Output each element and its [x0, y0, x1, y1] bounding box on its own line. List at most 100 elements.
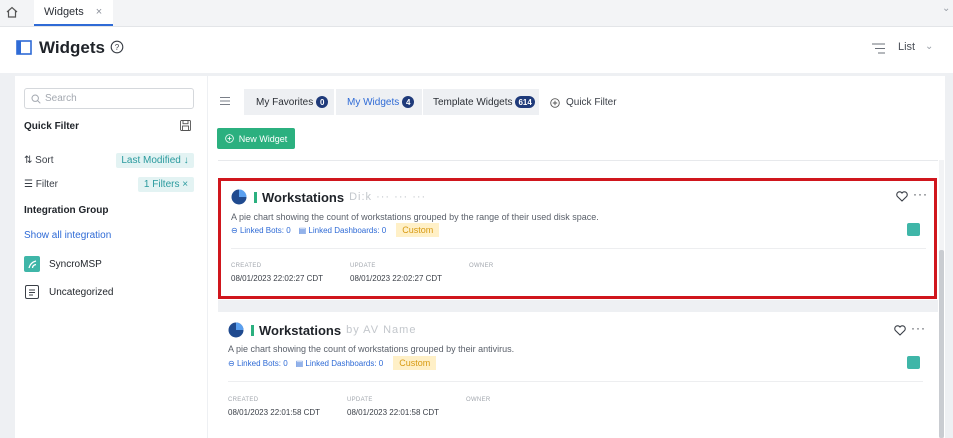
created-label: CREATED: [228, 397, 259, 403]
widget-card[interactable]: Workstations by AV Name ··· A pie chart …: [220, 313, 934, 438]
widget-links: ⊖ Linked Bots: 0 ▤ Linked Dashboards: 0 …: [228, 356, 437, 370]
card-separator: [231, 248, 926, 249]
divider: [218, 160, 938, 161]
owner-label: OWNER: [466, 397, 491, 403]
linked-dashboards-link[interactable]: ▤ Linked Dashboards: 0: [299, 226, 387, 235]
dashboard-icon: ▤: [298, 225, 309, 235]
view-mode-select[interactable]: List: [898, 41, 915, 53]
syncromsp-logo-icon: [907, 223, 920, 236]
show-all-integration-link[interactable]: Show all integration: [24, 230, 111, 241]
widget-title-suffix: Di:k ··· ··· ···: [349, 191, 427, 203]
dashboard-icon: ▤: [295, 358, 306, 368]
linked-bots-link[interactable]: ⊖ Linked Bots: 0: [228, 359, 288, 368]
filter-label: Filter: [35, 179, 58, 190]
widgets-icon: [16, 40, 32, 55]
search-placeholder: Search: [45, 93, 77, 104]
card-separator: [228, 381, 923, 382]
save-icon[interactable]: [180, 120, 191, 131]
sidebar-item-uncategorized[interactable]: Uncategorized: [24, 284, 113, 300]
status-bar: [254, 191, 257, 203]
more-options-icon[interactable]: ···: [911, 321, 926, 335]
widget-title-text: Workstations: [259, 322, 342, 338]
widget-description: A pie chart showing the count of worksta…: [228, 344, 515, 354]
page-header: [0, 27, 953, 72]
sort-label: Sort: [35, 155, 54, 166]
linked-dashboards-label: Linked Dashboards: 0: [305, 358, 384, 368]
card-gap: [218, 300, 938, 312]
custom-tag: Custom: [393, 356, 437, 370]
widget-title-text: Workstations: [262, 189, 345, 205]
bot-icon: ⊖: [228, 358, 237, 368]
sidebar-item-label: SyncroMSP: [49, 258, 102, 270]
linked-bots-label: Linked Bots: 0: [236, 358, 288, 368]
bot-icon: ⊖: [231, 225, 240, 235]
heart-icon[interactable]: [896, 191, 908, 202]
tab-widgets[interactable]: Widgets ×: [34, 0, 113, 26]
chevron-down-icon[interactable]: ⌄: [925, 41, 933, 52]
widget-title-suffix: by AV Name: [346, 324, 417, 336]
sort-icon: ⇅: [24, 155, 36, 166]
linked-dashboards-link[interactable]: ▤ Linked Dashboards: 0: [296, 359, 384, 368]
tab-label: My Widgets: [347, 96, 400, 108]
filter-icon: ☰: [24, 179, 36, 190]
created-label: CREATED: [231, 263, 262, 269]
custom-tag: Custom: [396, 223, 440, 237]
plus-circle-icon: [550, 97, 560, 108]
created-value: 08/01/2023 22:01:58 CDT: [228, 408, 321, 417]
new-widget-button[interactable]: New Widget: [217, 128, 295, 149]
update-value: 08/01/2023 22:01:58 CDT: [347, 408, 440, 417]
syncromsp-logo-icon: [907, 356, 920, 369]
menu-icon[interactable]: [220, 97, 230, 105]
chevron-down-icon[interactable]: ⌄: [942, 3, 950, 14]
widget-title[interactable]: Workstations Di:k ··· ··· ···: [231, 189, 426, 205]
tab-label: Widgets: [44, 6, 84, 18]
linked-bots-link[interactable]: ⊖ Linked Bots: 0: [231, 226, 291, 235]
tab-my-favorites[interactable]: My Favorites 0: [244, 89, 334, 115]
linked-dashboards-label: Linked Dashboards: 0: [308, 225, 387, 235]
count-badge: 4: [402, 96, 415, 108]
quick-filter-title: Quick Filter: [24, 121, 80, 132]
created-value: 08/01/2023 22:02:27 CDT: [231, 274, 324, 283]
tab-template-widgets[interactable]: Template Widgets 614: [423, 89, 539, 115]
owner-label: OWNER: [469, 263, 494, 269]
heart-icon[interactable]: [894, 325, 906, 336]
widget-card[interactable]: Workstations Di:k ··· ··· ··· ··· A pie …: [218, 178, 937, 299]
tab-my-widgets[interactable]: My Widgets 4: [336, 89, 422, 115]
tab-label: Template Widgets: [433, 96, 513, 108]
widget-title[interactable]: Workstations by AV Name: [228, 322, 416, 338]
top-tab-bar: [0, 0, 953, 27]
linked-bots-label: Linked Bots: 0: [239, 225, 291, 235]
page-title: Widgets: [39, 38, 105, 57]
new-widget-label: New Widget: [238, 133, 288, 144]
svg-text:?: ?: [115, 43, 120, 52]
count-badge: 614: [515, 96, 535, 108]
count-badge: 0: [316, 96, 329, 108]
quick-filter-label: Quick Filter: [566, 97, 617, 108]
sidebar-item-label: Uncategorized: [49, 286, 114, 298]
update-value: 08/01/2023 22:02:27 CDT: [350, 274, 443, 283]
filter-value-pill[interactable]: 1 Filters ×: [138, 177, 194, 192]
update-label: UPDATE: [347, 397, 373, 403]
scrollbar-thumb[interactable]: [939, 250, 944, 438]
help-icon[interactable]: ?: [110, 40, 124, 54]
quick-filter-button[interactable]: Quick Filter: [550, 97, 617, 108]
uncategorized-icon: [25, 285, 39, 299]
home-icon[interactable]: [5, 5, 19, 19]
list-view-icon[interactable]: [872, 43, 885, 54]
update-label: UPDATE: [350, 263, 376, 269]
widget-links: ⊖ Linked Bots: 0 ▤ Linked Dashboards: 0 …: [231, 223, 440, 237]
pie-chart-icon: [228, 322, 244, 338]
more-options-icon[interactable]: ···: [913, 187, 928, 201]
pie-chart-icon: [231, 189, 247, 205]
sort-value-pill[interactable]: Last Modified ↓: [116, 153, 194, 168]
search-icon: [31, 93, 41, 104]
plus-circle-icon: [224, 134, 234, 143]
search-input[interactable]: Search: [24, 88, 194, 109]
tab-label: My Favorites: [256, 96, 314, 108]
sort-control[interactable]: ⇅ Sort: [24, 155, 54, 166]
sidebar-item-syncromsp[interactable]: SyncroMSP: [24, 256, 102, 272]
integration-group-title: Integration Group: [24, 205, 109, 216]
widget-description: A pie chart showing the count of worksta…: [231, 212, 599, 222]
filter-control[interactable]: ☰ Filter: [24, 179, 58, 190]
close-icon[interactable]: ×: [96, 6, 102, 18]
